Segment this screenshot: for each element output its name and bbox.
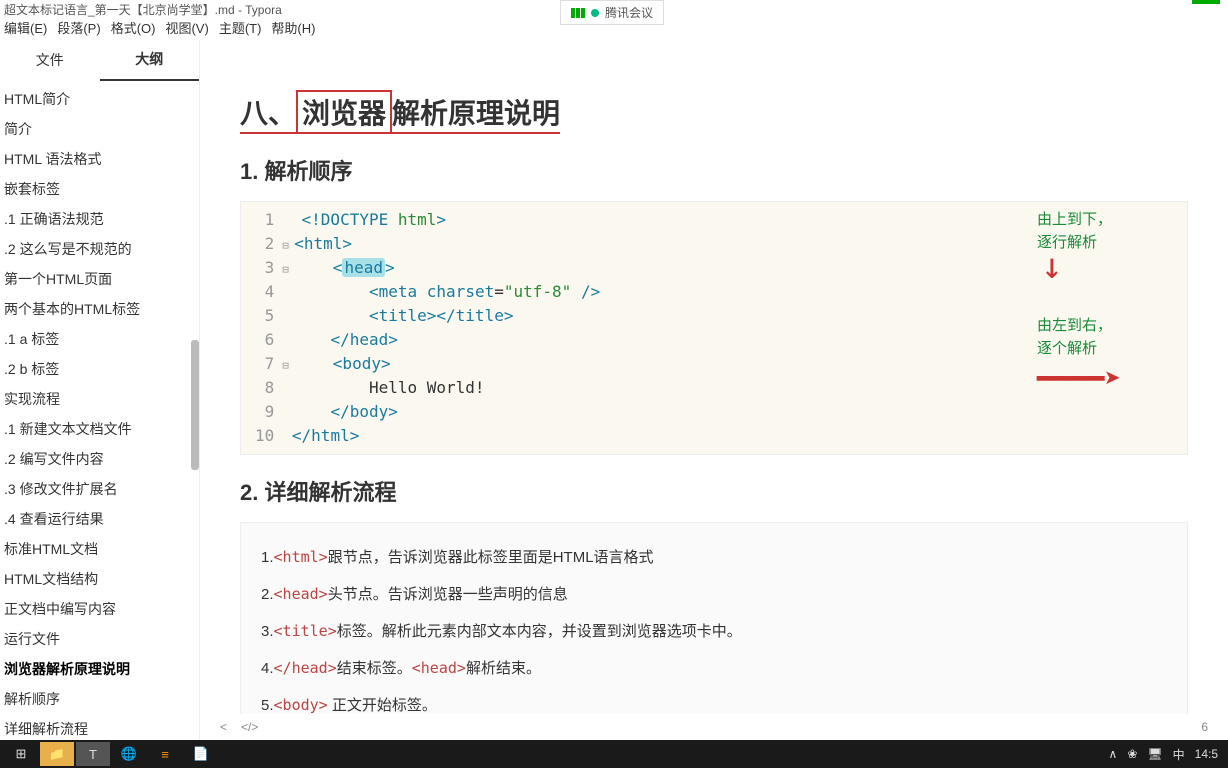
sidebar-tabs: 文件 大纲 bbox=[0, 40, 199, 80]
tencent-meeting-badge[interactable]: 腾讯会议 bbox=[560, 0, 664, 25]
taskbar-app-chrome[interactable]: 🌐 bbox=[112, 742, 146, 766]
menu-help[interactable]: 帮助(H) bbox=[271, 18, 315, 40]
clock[interactable]: 14:5 bbox=[1195, 747, 1218, 761]
tencent-label: 腾讯会议 bbox=[605, 4, 653, 21]
outline-item[interactable]: .4 查看运行结果 bbox=[0, 504, 199, 534]
window-control-hint bbox=[1192, 0, 1220, 4]
tab-outline[interactable]: 大纲 bbox=[100, 39, 200, 81]
start-button[interactable]: ⊞ bbox=[4, 742, 38, 766]
toggle-source-button[interactable]: </> bbox=[241, 720, 258, 734]
menu-view[interactable]: 视图(V) bbox=[165, 18, 208, 40]
detail-step: 1.<html>跟节点，告诉浏览器此标签里面是HTML语言格式 bbox=[261, 539, 1167, 576]
outline-item[interactable]: HTML文档结构 bbox=[0, 564, 199, 594]
detail-step: 3.<title>标签。解析此元素内部文本内容，并设置到浏览器选项卡中。 bbox=[261, 613, 1167, 650]
taskbar-app-sublime[interactable]: ≡ bbox=[148, 742, 182, 766]
outline-item[interactable]: .3 修改文件扩展名 bbox=[0, 474, 199, 504]
highlighted-term: 浏览器 bbox=[296, 90, 392, 134]
signal-icon bbox=[571, 8, 585, 18]
system-tray[interactable]: ∧ ❀ 🖥 中 14:5 bbox=[1109, 746, 1224, 763]
code-block-parse-order: 12345678910 <!DOCTYPE html> ⊟<html> ⊟ <h… bbox=[240, 201, 1188, 455]
tray-flower-icon[interactable]: ❀ bbox=[1127, 747, 1137, 761]
outline-item[interactable]: HTML简介 bbox=[0, 84, 199, 114]
menu-format[interactable]: 格式(O) bbox=[111, 18, 156, 40]
editor-content[interactable]: 八、浏览器解析原理说明 1. 解析顺序 12345678910 <!DOCTYP… bbox=[200, 40, 1228, 750]
detail-step: 4.</head>结束标签。<head>解析结束。 bbox=[261, 650, 1167, 687]
arrow-down-icon: ↓ bbox=[1041, 258, 1167, 276]
taskbar-app-notepad[interactable]: 📄 bbox=[184, 742, 218, 766]
menu-edit[interactable]: 编辑(E) bbox=[4, 18, 47, 40]
detail-step: 2.<head>头节点。告诉浏览器一些声明的信息 bbox=[261, 576, 1167, 613]
outline-item[interactable]: 运行文件 bbox=[0, 624, 199, 654]
taskbar-app-explorer[interactable]: 📁 bbox=[40, 742, 74, 766]
taskbar-app-typora[interactable]: T bbox=[76, 742, 110, 766]
line-numbers: 12345678910 bbox=[247, 208, 282, 448]
code-body: <!DOCTYPE html> ⊟<html> ⊟ <head> <meta c… bbox=[282, 208, 600, 448]
scrollbar-thumb[interactable] bbox=[191, 340, 199, 470]
status-bar: < </> 6 bbox=[210, 714, 1218, 740]
heading-2-flow: 2. 详细解析流程 bbox=[240, 475, 1188, 507]
taskbar[interactable]: ⊞ 📁 T 🌐 ≡ 📄 ∧ ❀ 🖥 中 14:5 bbox=[0, 740, 1228, 768]
outline-item[interactable]: HTML 语法格式 bbox=[0, 144, 199, 174]
outline-item[interactable]: 嵌套标签 bbox=[0, 174, 199, 204]
heading-1: 八、浏览器解析原理说明 bbox=[240, 90, 1188, 134]
outline-item[interactable]: 浏览器解析原理说明 bbox=[0, 654, 199, 684]
outline-list[interactable]: HTML简介简介HTML 语法格式嵌套标签.1 正确语法规范.2 这么写是不规范… bbox=[0, 80, 199, 750]
outline-item[interactable]: 标准HTML文档 bbox=[0, 534, 199, 564]
sidebar: 文件 大纲 HTML简介简介HTML 语法格式嵌套标签.1 正确语法规范.2 这… bbox=[0, 40, 200, 750]
back-button[interactable]: < bbox=[220, 720, 227, 734]
outline-item[interactable]: 解析顺序 bbox=[0, 684, 199, 714]
tab-files[interactable]: 文件 bbox=[0, 40, 100, 80]
outline-item[interactable]: 简介 bbox=[0, 114, 199, 144]
outline-item[interactable]: 第一个HTML页面 bbox=[0, 264, 199, 294]
outline-item[interactable]: .2 这么写是不规范的 bbox=[0, 234, 199, 264]
outline-item[interactable]: .2 编写文件内容 bbox=[0, 444, 199, 474]
outline-item[interactable]: 两个基本的HTML标签 bbox=[0, 294, 199, 324]
outline-item[interactable]: .2 b 标签 bbox=[0, 354, 199, 384]
parse-annotation: 由上到下， 逐行解析 ↓ 由左到右， 逐个解析 ━━━━➤ bbox=[1037, 208, 1167, 395]
ime-indicator[interactable]: 中 bbox=[1173, 746, 1185, 763]
menu-paragraph[interactable]: 段落(P) bbox=[57, 18, 100, 40]
menu-theme[interactable]: 主题(T) bbox=[219, 18, 262, 40]
outline-item[interactable]: 正文档中编写内容 bbox=[0, 594, 199, 624]
heading-2-order: 1. 解析顺序 bbox=[240, 154, 1188, 186]
outline-item[interactable]: .1 正确语法规范 bbox=[0, 204, 199, 234]
outline-item[interactable]: 实现流程 bbox=[0, 384, 199, 414]
tray-monitor-icon[interactable]: 🖥 bbox=[1147, 747, 1162, 761]
page-indicator: 6 bbox=[1201, 720, 1208, 734]
status-dot-icon bbox=[591, 9, 599, 17]
outline-item[interactable]: .1 a 标签 bbox=[0, 324, 199, 354]
tray-chevron-icon[interactable]: ∧ bbox=[1109, 747, 1118, 761]
outline-item[interactable]: .1 新建文本文档文件 bbox=[0, 414, 199, 444]
arrow-right-icon: ━━━━➤ bbox=[1037, 362, 1167, 395]
